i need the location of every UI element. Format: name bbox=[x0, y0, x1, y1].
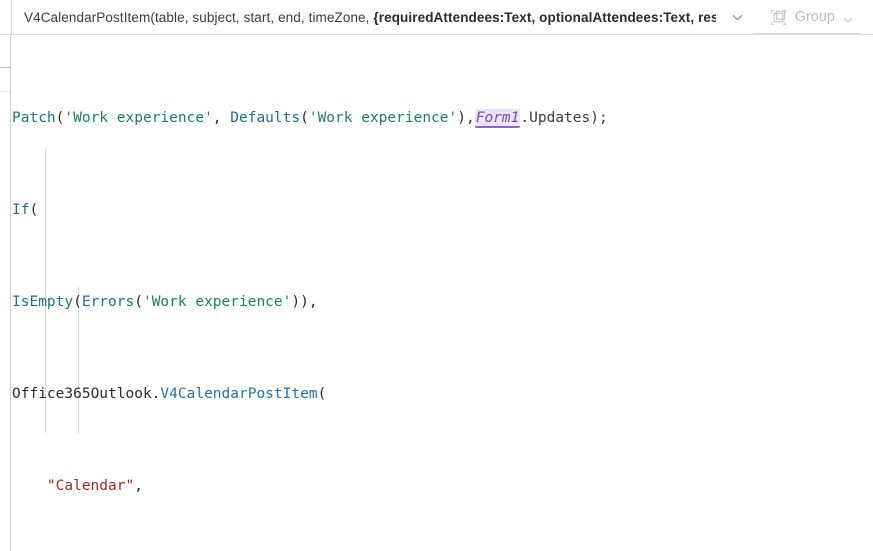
function-signature: V4CalendarPostItem(table, subject, start… bbox=[12, 0, 716, 34]
code-line: Patch('Work experience', Defaults('Work … bbox=[12, 107, 873, 130]
code-line: If( bbox=[12, 199, 873, 222]
token-string: 'Work experience' bbox=[308, 110, 458, 126]
code-line: Office365Outlook.V4CalendarPostItem( bbox=[12, 383, 873, 406]
token-punct: ( bbox=[73, 294, 82, 310]
signature-bold-part: {requiredAttendees:Text, optionalAttende… bbox=[373, 9, 716, 25]
token-function: Patch bbox=[12, 110, 56, 126]
chevron-down-icon bbox=[843, 12, 853, 23]
gutter-fold-marker[interactable] bbox=[0, 91, 10, 92]
expand-formula-bar-button[interactable] bbox=[716, 0, 760, 34]
signature-plain-part: V4CalendarPostItem(table, subject, start… bbox=[24, 9, 374, 25]
token-punct: ( bbox=[134, 294, 143, 310]
token-punct: , bbox=[212, 110, 231, 126]
token-string: 'Work experience' bbox=[142, 294, 292, 310]
token-punct: ( bbox=[300, 110, 309, 126]
header-right-controls: Group bbox=[716, 0, 873, 34]
token-namespace: Office365Outlook bbox=[12, 386, 152, 402]
token-punct: )), bbox=[291, 294, 318, 310]
token-punct: ), bbox=[457, 110, 475, 126]
power-apps-formula-editor: V4CalendarPostItem(table, subject, start… bbox=[0, 0, 873, 551]
token-function: If bbox=[12, 202, 30, 218]
token-string: 'Work experience' bbox=[64, 110, 213, 126]
code-line: "Calendar", bbox=[12, 475, 873, 498]
formula-code[interactable]: Patch('Work experience', Defaults('Work … bbox=[12, 35, 873, 551]
code-editor[interactable]: Patch('Work experience', Defaults('Work … bbox=[0, 35, 873, 551]
editor-gutter[interactable] bbox=[0, 35, 11, 551]
control-reference-form1[interactable]: Form1 bbox=[474, 109, 521, 128]
token-punct: ( bbox=[317, 386, 327, 402]
token-punct: ( bbox=[29, 202, 39, 218]
token-property: .Updates); bbox=[520, 110, 608, 126]
header-left-edge bbox=[0, 0, 12, 34]
chevron-down-icon bbox=[732, 12, 743, 23]
token-function: Defaults bbox=[230, 110, 301, 126]
function-signature-text: V4CalendarPostItem(table, subject, start… bbox=[24, 10, 716, 25]
token-function: Errors bbox=[81, 294, 135, 310]
group-button[interactable]: Group bbox=[760, 0, 859, 34]
group-objects-icon bbox=[770, 9, 787, 26]
gutter-fold-marker[interactable] bbox=[0, 67, 10, 68]
token-function: IsEmpty bbox=[12, 294, 74, 310]
token-function: V4CalendarPostItem bbox=[160, 386, 318, 402]
token-string: "Calendar" bbox=[46, 478, 135, 494]
token-punct: , bbox=[134, 478, 143, 494]
code-line: IsEmpty(Errors('Work experience')), bbox=[12, 291, 873, 314]
group-button-label: Group bbox=[794, 9, 835, 25]
formula-bar-header: V4CalendarPostItem(table, subject, start… bbox=[0, 0, 873, 34]
